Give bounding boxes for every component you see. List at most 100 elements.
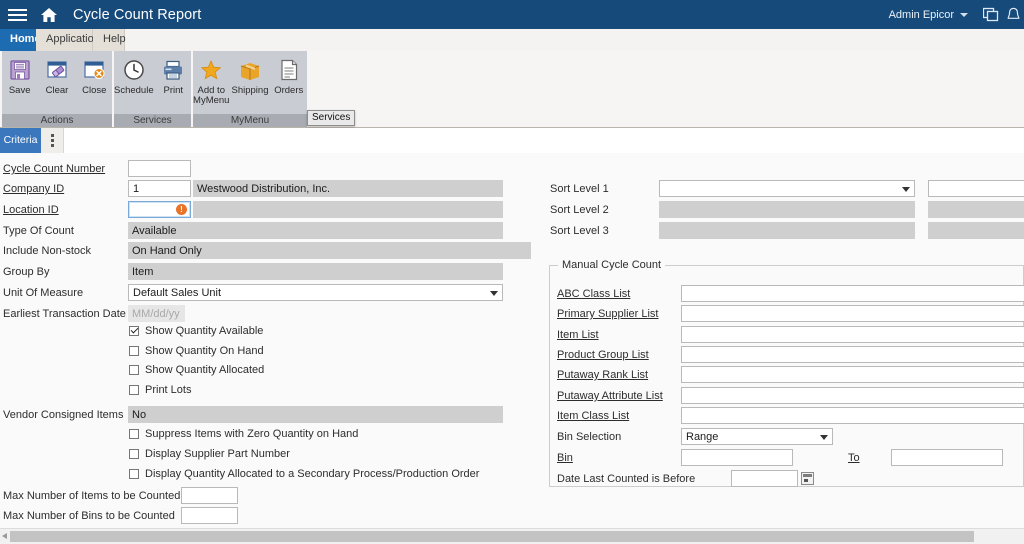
ribbon-tab-help[interactable]: Help bbox=[93, 29, 126, 51]
putaway-attribute-list-label[interactable]: Putaway Attribute List bbox=[557, 390, 663, 402]
checkbox-show-quantity-on-hand[interactable]: Show Quantity On Hand bbox=[129, 345, 264, 357]
putaway-rank-list-label[interactable]: Putaway Rank List bbox=[557, 369, 648, 381]
shipping-button[interactable]: Shipping bbox=[231, 55, 269, 96]
group-by-value[interactable]: Item bbox=[128, 263, 503, 280]
checkbox-display-supplier-part-number[interactable]: Display Supplier Part Number bbox=[129, 448, 290, 460]
product-group-list-input[interactable] bbox=[681, 346, 1024, 363]
sort-level-2-select bbox=[659, 201, 915, 218]
checkbox-print-lots[interactable]: Print Lots bbox=[129, 384, 191, 396]
sort-level-3-label: Sort Level 3 bbox=[550, 225, 609, 237]
horizontal-scrollbar[interactable] bbox=[0, 528, 1024, 544]
include-non-stock-value[interactable]: On Hand Only bbox=[128, 242, 531, 259]
sort-level-1-secondary-input[interactable] bbox=[928, 180, 1024, 197]
hamburger-menu-icon[interactable] bbox=[0, 0, 34, 29]
group-by-label: Group By bbox=[3, 266, 50, 278]
checkbox-box[interactable] bbox=[129, 449, 139, 459]
max-bins-input[interactable] bbox=[181, 507, 238, 524]
checkbox-label: Display Supplier Part Number bbox=[145, 448, 290, 460]
location-id-description bbox=[193, 201, 503, 218]
item-class-list-label[interactable]: Item Class List bbox=[557, 410, 629, 422]
include-non-stock-label: Include Non-stock bbox=[3, 245, 92, 257]
close-window-icon bbox=[82, 55, 106, 85]
checkbox-label: Suppress Items with Zero Quantity on Han… bbox=[145, 428, 359, 440]
orders-button[interactable]: Orders bbox=[270, 55, 307, 96]
windows-copy-icon[interactable] bbox=[978, 0, 1004, 29]
cycle-count-number-input[interactable] bbox=[128, 160, 191, 177]
item-class-list-input[interactable] bbox=[681, 407, 1024, 424]
abc-class-list-input[interactable] bbox=[681, 285, 1024, 302]
ribbon-group-mymenu: Add to MyMenu Shipping Orders MyMenu bbox=[193, 51, 307, 127]
ribbon-group-services-title: Services bbox=[114, 114, 191, 127]
home-icon[interactable] bbox=[34, 0, 64, 29]
company-id-description: Westwood Distribution, Inc. bbox=[193, 180, 503, 197]
scroll-left-arrow-icon[interactable] bbox=[2, 533, 7, 539]
close-button-label: Close bbox=[82, 85, 107, 96]
bin-to-label[interactable]: To bbox=[848, 452, 860, 464]
user-name-label[interactable]: Admin Epicor bbox=[889, 9, 954, 21]
putaway-attribute-list-input[interactable] bbox=[681, 387, 1024, 404]
scrollbar-thumb[interactable] bbox=[10, 531, 974, 542]
putaway-rank-list-input[interactable] bbox=[681, 366, 1024, 383]
chevron-down-icon[interactable] bbox=[820, 435, 828, 440]
primary-supplier-list-label[interactable]: Primary Supplier List bbox=[557, 308, 658, 320]
checkbox-box[interactable] bbox=[129, 326, 139, 336]
ribbon-tab-home[interactable]: Home bbox=[0, 29, 41, 51]
vendor-consigned-items-value[interactable]: No bbox=[128, 406, 503, 423]
clear-button[interactable]: Clear bbox=[39, 55, 74, 96]
ribbon-toolbar: Save Clear Close Actions Schedule Print … bbox=[0, 51, 1024, 128]
company-id-input[interactable]: 1 bbox=[128, 180, 191, 197]
calendar-icon[interactable] bbox=[801, 472, 814, 485]
print-button[interactable]: Print bbox=[156, 55, 191, 96]
add-to-mymenu-button[interactable]: Add to MyMenu bbox=[193, 55, 230, 106]
bin-from-input[interactable] bbox=[681, 449, 793, 466]
checkbox-show-quantity-available[interactable]: Show Quantity Available bbox=[129, 325, 263, 337]
date-last-counted-input[interactable] bbox=[731, 470, 798, 487]
primary-supplier-list-input[interactable] bbox=[681, 305, 1024, 322]
overflow-dots-icon[interactable] bbox=[41, 128, 64, 153]
tab-criteria[interactable]: Criteria bbox=[0, 128, 41, 153]
checkbox-show-quantity-allocated[interactable]: Show Quantity Allocated bbox=[129, 364, 264, 376]
unit-of-measure-select[interactable]: Default Sales Unit bbox=[128, 284, 503, 301]
bin-selection-label: Bin Selection bbox=[557, 431, 622, 443]
location-id-label[interactable]: Location ID bbox=[3, 204, 59, 216]
abc-class-list-label[interactable]: ABC Class List bbox=[557, 288, 630, 300]
schedule-button[interactable]: Schedule bbox=[114, 55, 154, 96]
unit-of-measure-value: Default Sales Unit bbox=[133, 287, 222, 299]
cycle-count-number-label[interactable]: Cycle Count Number bbox=[3, 163, 105, 175]
page-title: Cycle Count Report bbox=[73, 6, 202, 23]
sort-level-1-select[interactable] bbox=[659, 180, 915, 197]
bin-to-input[interactable] bbox=[891, 449, 1003, 466]
bin-selection-select[interactable]: Range bbox=[681, 428, 833, 445]
sheet-tab-strip: Criteria bbox=[0, 128, 1024, 154]
save-button[interactable]: Save bbox=[2, 55, 37, 96]
max-items-input[interactable] bbox=[181, 487, 238, 504]
earliest-transaction-date-input[interactable]: MM/dd/yy bbox=[128, 305, 185, 322]
required-field-error-icon[interactable]: ! bbox=[176, 204, 187, 215]
chevron-down-icon[interactable] bbox=[960, 12, 968, 17]
checkbox-box[interactable] bbox=[129, 469, 139, 479]
checkbox-box[interactable] bbox=[129, 385, 139, 395]
schedule-button-label: Schedule bbox=[114, 85, 154, 96]
save-disk-icon bbox=[8, 55, 32, 85]
chevron-down-icon[interactable] bbox=[902, 187, 910, 192]
ribbon-tab-application[interactable]: Application bbox=[36, 29, 100, 51]
notification-bell-icon[interactable] bbox=[1004, 0, 1024, 29]
bin-label[interactable]: Bin bbox=[557, 452, 573, 464]
document-list-icon bbox=[277, 55, 301, 85]
close-button[interactable]: Close bbox=[77, 55, 112, 96]
chevron-down-icon[interactable] bbox=[490, 291, 498, 296]
company-id-label[interactable]: Company ID bbox=[3, 183, 64, 195]
title-bar-right: Admin Epicor bbox=[889, 0, 1024, 29]
checkbox-label: Show Quantity Allocated bbox=[145, 364, 265, 376]
sort-level-2-secondary-input bbox=[928, 201, 1024, 218]
item-list-input[interactable] bbox=[681, 326, 1024, 343]
product-group-list-label[interactable]: Product Group List bbox=[557, 349, 649, 361]
type-of-count-value[interactable]: Available bbox=[128, 222, 503, 239]
shipping-button-label: Shipping bbox=[231, 85, 269, 96]
item-list-label[interactable]: Item List bbox=[557, 329, 599, 341]
checkbox-box[interactable] bbox=[129, 429, 139, 439]
checkbox-box[interactable] bbox=[129, 365, 139, 375]
checkbox-display-quantity-allocated-secondary[interactable]: Display Quantity Allocated to a Secondar… bbox=[129, 468, 479, 480]
checkbox-suppress-zero-quantity[interactable]: Suppress Items with Zero Quantity on Han… bbox=[129, 428, 358, 440]
checkbox-box[interactable] bbox=[129, 346, 139, 356]
